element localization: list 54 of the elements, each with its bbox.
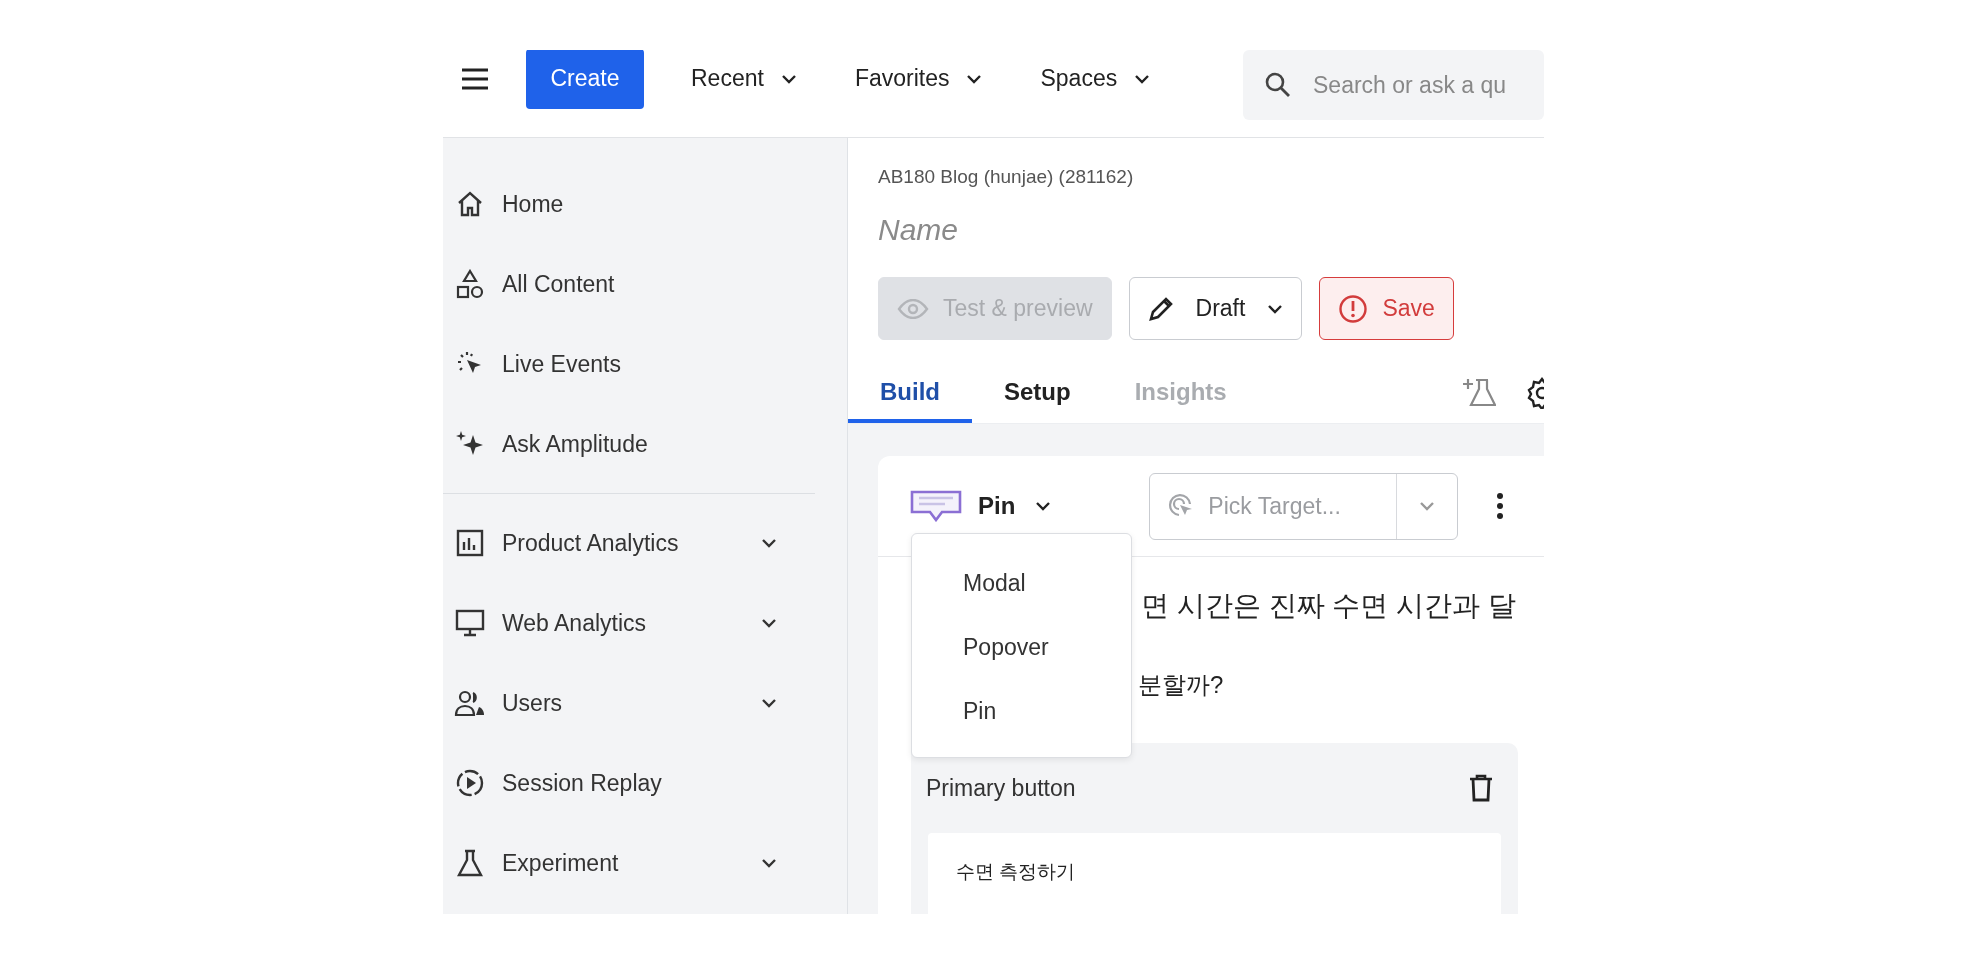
- menu-item[interactable]: Pin: [912, 679, 1131, 743]
- breadcrumb: AB180 Blog (hunjae) (281162): [878, 166, 1135, 189]
- chevron-down-icon: [761, 698, 777, 708]
- users-icon: [454, 689, 486, 717]
- chevron-down-icon: [1419, 501, 1436, 511]
- nav-menu[interactable]: Recent: [676, 53, 812, 104]
- draft-button[interactable]: Draft: [1128, 277, 1303, 340]
- shapes-icon: [456, 269, 484, 299]
- eye-icon: [897, 298, 929, 319]
- type-select[interactable]: Pin: [910, 490, 1052, 522]
- sidebar-item[interactable]: Web Analytics: [443, 583, 815, 663]
- menu-item[interactable]: Modal: [912, 551, 1131, 615]
- chevron-down-icon: [1035, 501, 1052, 511]
- home-icon: [456, 190, 484, 218]
- create-button[interactable]: Create: [526, 50, 644, 109]
- flask-icon: [456, 849, 484, 877]
- bar-chart-icon: [456, 529, 484, 557]
- pencil-icon: [1147, 295, 1174, 322]
- chevron-down-icon: [1134, 73, 1151, 84]
- sidebar-item[interactable]: Users: [443, 663, 815, 743]
- target-picker[interactable]: Pick Target...: [1149, 472, 1459, 540]
- sidebar-item[interactable]: Product Analytics: [443, 503, 815, 583]
- sidebar-item[interactable]: Ask Amplitude: [443, 404, 815, 484]
- search-input[interactable]: Search or ask a qu: [1313, 71, 1513, 99]
- menu-item[interactable]: Popover: [912, 615, 1131, 679]
- tab[interactable]: Setup: [972, 365, 1103, 423]
- flask-plus-icon[interactable]: [1462, 376, 1496, 407]
- sidebar-item[interactable]: Experiment: [443, 823, 815, 903]
- play-circle-icon: [455, 768, 485, 798]
- section-title: Primary button: [926, 774, 1076, 802]
- alert-circle-icon: [1338, 293, 1369, 324]
- chevron-down-icon: [780, 73, 797, 84]
- search-bar[interactable]: Search or ask a qu: [1243, 50, 1544, 120]
- chevron-down-icon: [1267, 303, 1284, 314]
- sidebar-item[interactable]: Session Replay: [443, 743, 815, 823]
- body-text: 면 시간은 진짜 수면 시간과 달: [1141, 589, 1517, 623]
- nav-menu[interactable]: Spaces: [1025, 53, 1166, 104]
- chevron-down-icon: [761, 618, 777, 628]
- menu-icon[interactable]: [460, 66, 490, 91]
- sidebar-item[interactable]: Home: [443, 164, 815, 244]
- monitor-icon: [455, 609, 485, 637]
- nav-menu[interactable]: Favorites: [839, 53, 998, 104]
- chevron-down-icon: [761, 538, 777, 548]
- chevron-down-icon: [966, 73, 983, 84]
- more-vertical-icon[interactable]: [1496, 492, 1505, 520]
- save-button[interactable]: Save: [1319, 277, 1454, 340]
- body-text: 분할까?: [1138, 670, 1225, 700]
- speech-bubble-icon: [910, 490, 962, 522]
- search-icon: [1265, 72, 1291, 98]
- sidebar-item[interactable]: All Content: [443, 244, 815, 324]
- sidebar-item[interactable]: Live Events: [443, 324, 815, 404]
- trash-icon[interactable]: [1469, 774, 1493, 802]
- chevron-down-icon: [761, 858, 777, 868]
- button-text-field[interactable]: 수면 측정하기: [928, 833, 1501, 914]
